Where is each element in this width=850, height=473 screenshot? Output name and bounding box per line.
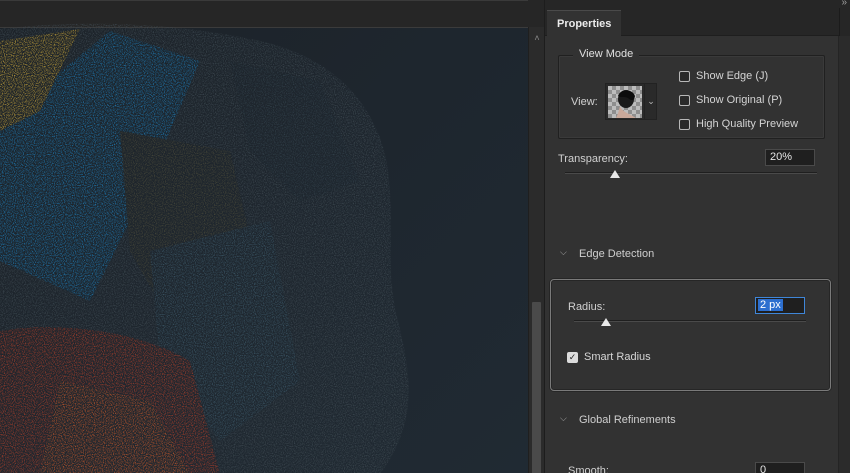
- show-original-label: Show Original (P): [696, 94, 783, 106]
- view-preview-thumbnail: [608, 86, 642, 118]
- tab-properties[interactable]: Properties: [547, 10, 622, 36]
- high-quality-preview-label: High Quality Preview: [696, 118, 799, 130]
- canvas-artwork: [0, 23, 409, 473]
- transparency-label: Transparency:: [558, 153, 628, 165]
- smooth-label: Smooth:: [568, 465, 609, 473]
- global-refinements-header[interactable]: ⌵ Global Refinements: [545, 411, 850, 431]
- properties-panel: » Properties View Mode View: ⌄ Show Edge…: [544, 0, 850, 473]
- scrollbar-thumb[interactable]: [532, 302, 541, 473]
- panel-tab-bar: Properties: [545, 8, 850, 36]
- chevron-down-icon: ⌵: [560, 247, 567, 257]
- collapse-panel-icon[interactable]: »: [841, 0, 846, 8]
- view-mode-picker[interactable]: ⌄: [605, 83, 657, 120]
- global-refinements-title: Global Refinements: [579, 414, 676, 426]
- panel-top-bar: »: [545, 0, 850, 8]
- tab-bar-gutter: [839, 8, 850, 36]
- view-label: View:: [571, 96, 598, 108]
- view-mode-title: View Mode: [573, 48, 640, 60]
- show-original-checkbox[interactable]: [679, 94, 690, 106]
- transparency-slider-track[interactable]: [565, 172, 817, 174]
- radius-slider-thumb[interactable]: [601, 318, 612, 326]
- scroll-up-icon[interactable]: ˄: [529, 31, 545, 45]
- transparency-slider-thumb[interactable]: [610, 170, 621, 178]
- transparency-input[interactable]: 20%: [765, 149, 815, 166]
- radius-input[interactable]: 2 px: [755, 297, 805, 314]
- radius-label: Radius:: [568, 301, 606, 313]
- smooth-input[interactable]: 0: [755, 462, 805, 473]
- smart-radius-option[interactable]: ✓ Smart Radius: [567, 351, 651, 363]
- high-quality-preview-checkbox[interactable]: [679, 118, 690, 130]
- show-edge-option[interactable]: Show Edge (J): [679, 68, 768, 84]
- chevron-down-icon[interactable]: ⌄: [644, 84, 657, 119]
- edge-detection-header[interactable]: ⌵ Edge Detection: [545, 245, 850, 265]
- chevron-down-icon: ⌵: [560, 413, 567, 423]
- edge-detection-title: Edge Detection: [579, 248, 655, 260]
- canvas-vertical-scrollbar[interactable]: ˄: [528, 27, 544, 473]
- radius-value: 2 px: [758, 299, 783, 311]
- show-edge-label: Show Edge (J): [696, 70, 769, 82]
- edge-detection-group: [550, 279, 831, 391]
- show-edge-checkbox[interactable]: [679, 70, 690, 82]
- show-original-option[interactable]: Show Original (P): [679, 92, 782, 108]
- smart-radius-checkbox[interactable]: ✓: [567, 351, 578, 363]
- high-quality-preview-option[interactable]: High Quality Preview: [679, 116, 798, 132]
- document-canvas[interactable]: [0, 0, 528, 473]
- smart-radius-label: Smart Radius: [584, 351, 651, 363]
